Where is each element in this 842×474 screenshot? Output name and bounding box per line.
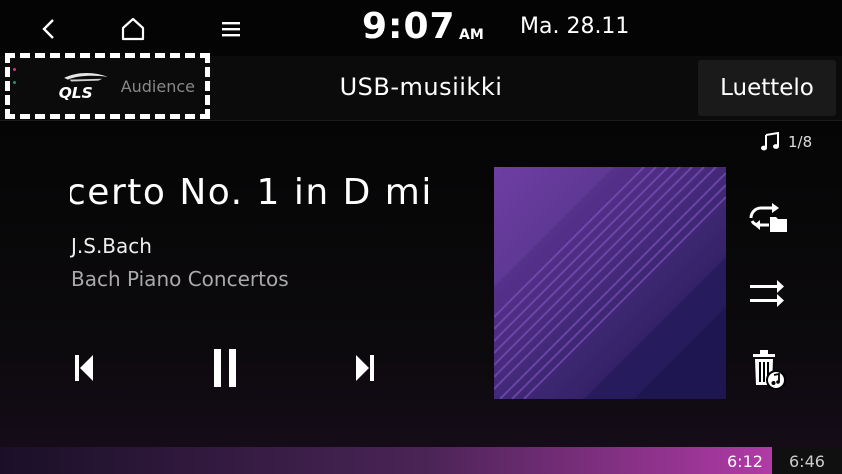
list-button[interactable]: Luettelo — [698, 60, 836, 116]
album-art — [494, 167, 726, 399]
pause-button[interactable] — [203, 346, 247, 390]
delete-track-button[interactable] — [744, 348, 790, 392]
clock-time: 9:07 — [362, 6, 456, 47]
date-display: Ma. 28.11 — [520, 14, 630, 39]
next-track-icon — [356, 355, 374, 381]
brand-dot-active — [13, 68, 16, 71]
menu-icon — [222, 22, 240, 37]
song-title-container: certo No. 1 in D mi — [70, 172, 477, 218]
home-icon — [121, 17, 145, 41]
pause-icon — [214, 349, 236, 387]
delete-track-icon — [753, 350, 786, 390]
home-button[interactable] — [115, 12, 151, 46]
shuffle-icon — [750, 280, 784, 307]
menu-button[interactable] — [213, 12, 249, 46]
progress-fill — [0, 447, 773, 474]
previous-track-button[interactable] — [62, 346, 106, 390]
track-counter-text: 1/8 — [788, 133, 813, 151]
previous-track-icon — [75, 355, 93, 381]
music-note-icon — [761, 132, 779, 151]
back-arrow-icon — [42, 19, 54, 39]
repeat-button[interactable] — [744, 196, 790, 240]
back-button[interactable] — [31, 12, 67, 46]
shuffle-button[interactable] — [744, 272, 790, 316]
status-bar: 9:07 AM Ma. 28.11 — [0, 0, 842, 56]
album-art-pattern — [494, 167, 726, 399]
next-track-button[interactable] — [343, 346, 387, 390]
artist-name: J.S.Bach — [71, 234, 152, 258]
song-title: certo No. 1 in D mi — [70, 172, 433, 213]
progress-bar[interactable] — [0, 447, 842, 474]
album-name: Bach Piano Concertos — [71, 267, 289, 291]
track-counter: 1/8 — [760, 132, 812, 152]
clock-ampm: AM — [459, 27, 484, 43]
total-time: 6:46 — [789, 452, 825, 471]
elapsed-time: 6:12 — [727, 452, 763, 471]
repeat-folder-icon — [749, 203, 787, 232]
